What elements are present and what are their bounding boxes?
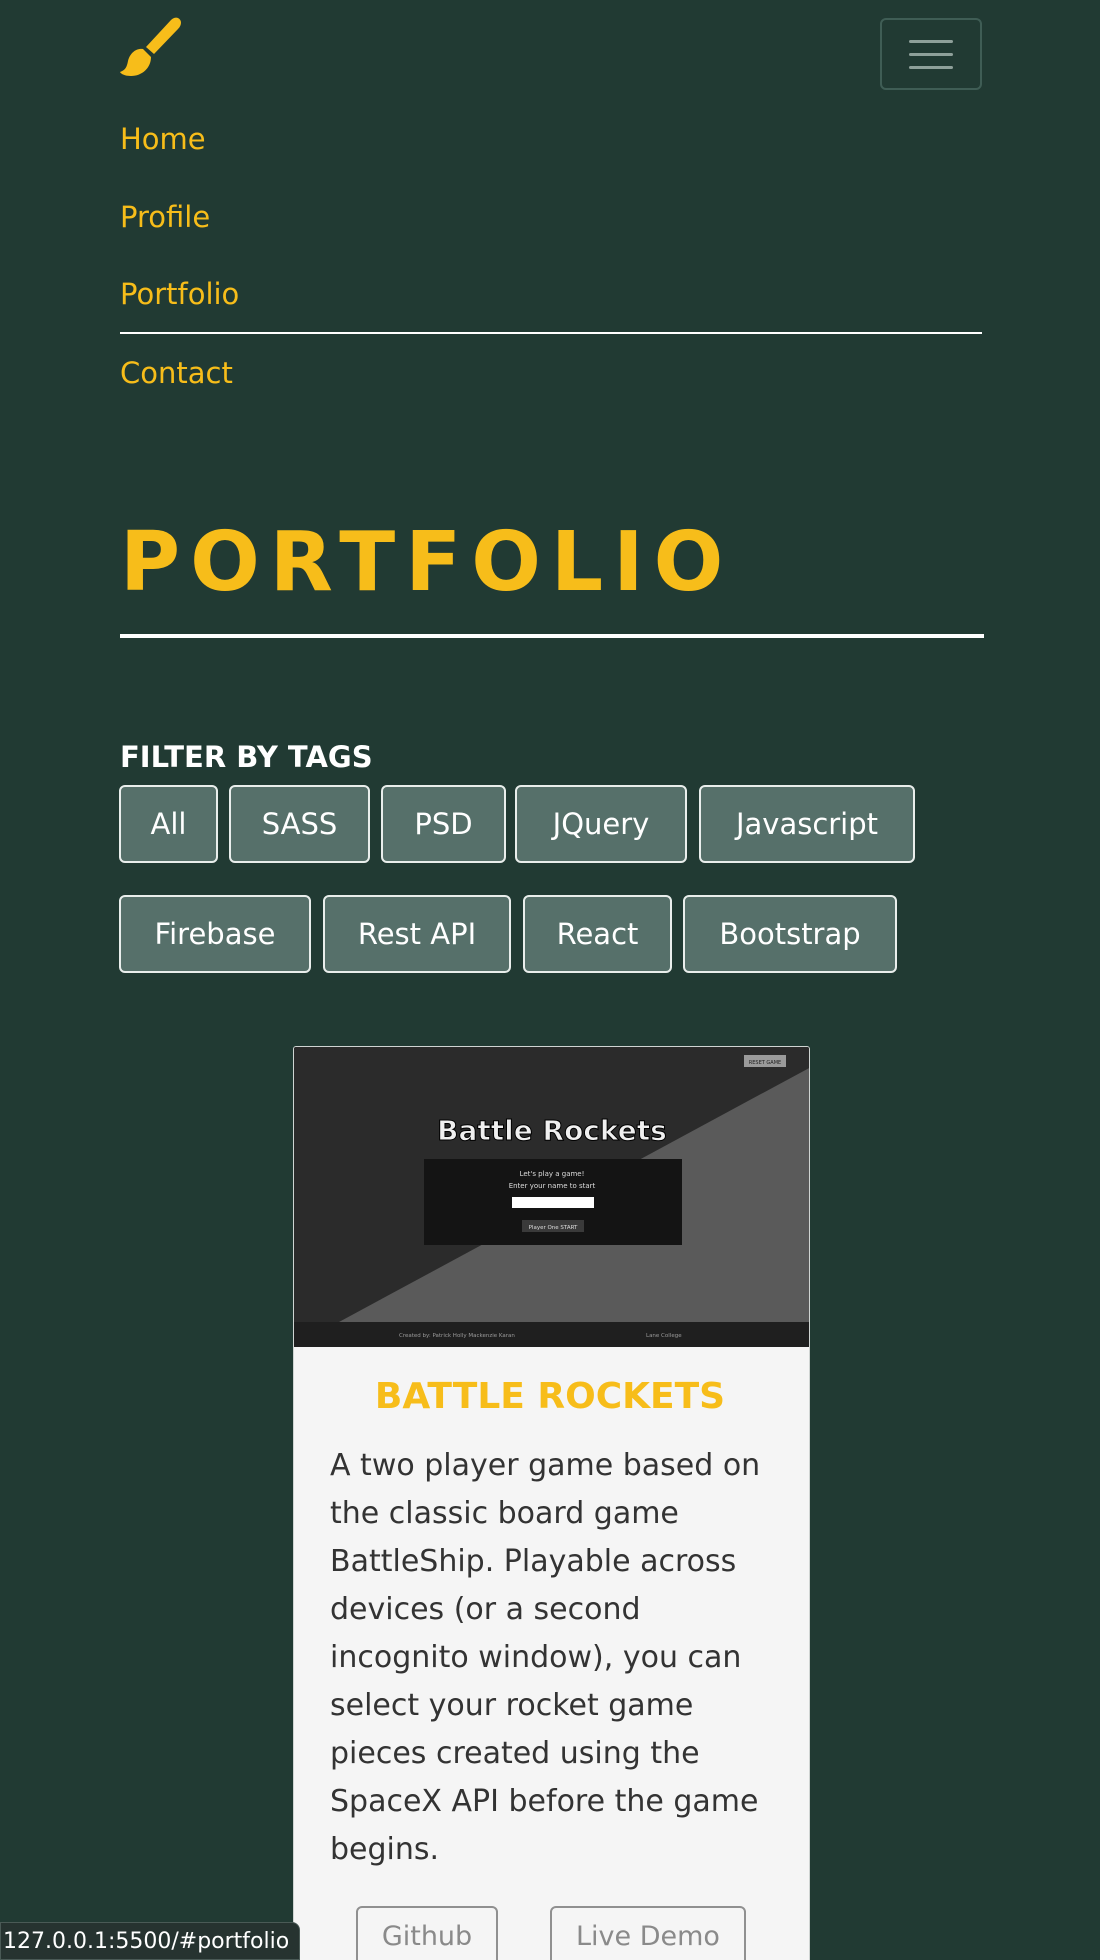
page-title: PORTFOLIO — [120, 515, 734, 610]
screenshot-subprompt: Enter your name to start — [509, 1182, 596, 1190]
paintbrush-icon[interactable] — [120, 16, 184, 78]
project-description: A two player game based on the classic b… — [330, 1448, 761, 1867]
tag-filter-firebase[interactable]: Firebase — [119, 895, 311, 973]
screenshot-footer-right: Lane College — [646, 1333, 682, 1339]
tag-filter-all[interactable]: All — [119, 785, 218, 863]
project-screenshot[interactable]: RESET GAME Battle Rockets Let's play a g… — [294, 1047, 810, 1347]
nav-item-contact: Contact — [120, 334, 982, 412]
screenshot-footer-left: Created by: Patrick Holly Mackenzie Kara… — [399, 1333, 515, 1339]
screenshot-prompt: Let's play a game! — [520, 1170, 585, 1178]
menu-toggle-button[interactable] — [880, 18, 982, 90]
nav-item-portfolio: Portfolio — [120, 256, 982, 334]
status-bar-url: 127.0.0.1:5500/#portfolio — [0, 1922, 300, 1960]
navbar: Home Profile Portfolio Contact — [120, 0, 982, 400]
live-demo-button[interactable]: Live Demo — [550, 1906, 746, 1960]
nav-link-portfolio[interactable]: Portfolio — [120, 277, 239, 311]
github-button[interactable]: Github — [356, 1906, 498, 1960]
nav-item-profile: Profile — [120, 178, 982, 256]
tag-filter-psd[interactable]: PSD — [381, 785, 506, 863]
nav-link-contact[interactable]: Contact — [120, 356, 233, 390]
nav-menu: Home Profile Portfolio Contact — [120, 100, 982, 412]
nav-item-home: Home — [120, 100, 982, 178]
project-title: BATTLE ROCKETS — [374, 1376, 726, 1417]
tag-filter-jquery[interactable]: JQuery — [515, 785, 687, 863]
title-divider — [120, 634, 984, 638]
tag-filter-sass[interactable]: SASS — [229, 785, 370, 863]
nav-link-profile[interactable]: Profile — [120, 200, 210, 234]
nav-link-home[interactable]: Home — [120, 122, 206, 156]
tag-filter-react[interactable]: React — [523, 895, 672, 973]
tag-filter-rest-api[interactable]: Rest API — [323, 895, 511, 973]
tag-filter-bootstrap[interactable]: Bootstrap — [683, 895, 897, 973]
hamburger-icon — [909, 39, 953, 43]
screenshot-reset-label: RESET GAME — [749, 1060, 781, 1066]
tag-filter-javascript[interactable]: Javascript — [699, 785, 915, 863]
screenshot-start-label: Player One START — [529, 1225, 578, 1231]
screenshot-heading: Battle Rockets — [437, 1114, 667, 1147]
filter-label: FILTER BY TAGS — [120, 740, 373, 774]
